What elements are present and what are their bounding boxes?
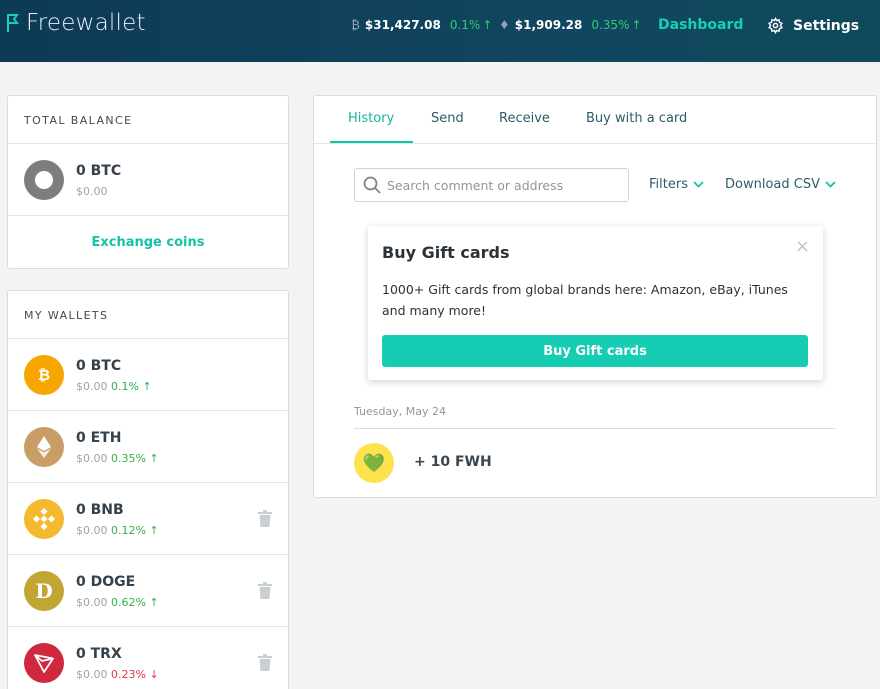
wallet-change: 0.62% — [111, 596, 146, 609]
total-balance-fiat: $0.00 — [76, 185, 108, 198]
settings-label: Settings — [793, 17, 860, 34]
svg-text:₿: ₿ — [38, 366, 50, 384]
wallet-fiat-change: $0.00 0.62% ↑ — [76, 596, 159, 609]
date-divider — [354, 428, 836, 429]
wallet-row-bnb[interactable]: 0 BNB $0.00 0.12% ↑ — [8, 483, 288, 555]
bitcoin-icon: ₿ — [24, 355, 64, 395]
btc-price: $31,427.08 — [364, 18, 441, 32]
wallet-fiat: $0.00 — [76, 596, 108, 609]
wallet-fiat-change: $0.00 0.35% ↑ — [76, 452, 159, 465]
top-header: Freewallet ₿ $31,427.08 0.1% ↑ ♦ $1,909.… — [0, 0, 880, 62]
wallet-fiat: $0.00 — [76, 380, 108, 393]
promo-title: Buy Gift cards — [382, 243, 510, 262]
total-balance-row: 0 BTC $0.00 — [8, 144, 288, 216]
eth-ticker: ♦ $1,909.28 0.35% ↑ — [499, 18, 642, 32]
eth-change: 0.35% — [591, 18, 630, 32]
wallet-change: 0.35% — [111, 452, 146, 465]
active-tab-indicator — [330, 141, 413, 143]
logo-text: Freewallet — [26, 10, 146, 36]
tab-bar: History Send Receive Buy with a card — [314, 96, 876, 144]
total-balance-amount: 0 BTC — [76, 163, 122, 179]
wallet-amount: 0 BTC — [76, 358, 122, 374]
search-icon — [363, 176, 381, 194]
btc-change: 0.1% — [449, 18, 481, 32]
tab-buy-with-card[interactable]: Buy with a card — [586, 111, 687, 126]
wallet-fiat: $0.00 — [76, 668, 108, 681]
wallet-change: 0.12% — [111, 524, 146, 537]
up-arrow-icon: ↑ — [149, 524, 159, 537]
wallet-row-trx[interactable]: 0 TRX $0.00 0.23% ↓ — [8, 627, 288, 689]
trash-icon[interactable] — [258, 654, 272, 675]
history-date: Tuesday, May 24 — [354, 405, 446, 418]
transaction-amount[interactable]: + 10 FWH — [414, 454, 492, 470]
total-balance-title: TOTAL BALANCE — [8, 96, 288, 144]
exchange-coins-link[interactable]: Exchange coins — [8, 216, 288, 268]
close-icon[interactable]: × — [795, 236, 810, 257]
trash-icon[interactable] — [258, 510, 272, 531]
gift-cards-promo: Buy Gift cards × 1000+ Gift cards from g… — [368, 226, 823, 380]
wallet-fiat-change: $0.00 0.23% ↓ — [76, 668, 159, 681]
wallet-change: 0.1% — [111, 380, 139, 393]
dogecoin-icon: D — [24, 571, 64, 611]
my-wallets-title: MY WALLETS — [8, 291, 288, 339]
chevron-down-icon — [693, 181, 704, 188]
filters-label: Filters — [649, 177, 688, 192]
up-arrow-icon: ↑ — [149, 596, 159, 609]
download-csv-label: Download CSV — [725, 177, 820, 192]
up-arrow-icon: ↑ — [149, 452, 159, 465]
bitcoin-icon: ₿ — [351, 18, 360, 32]
nav-settings[interactable]: Settings — [767, 17, 859, 34]
filters-dropdown[interactable]: Filters — [649, 177, 704, 192]
wallet-row-btc[interactable]: ₿ 0 BTC $0.00 0.1% ↑ — [8, 339, 288, 411]
my-wallets-card: MY WALLETS ₿ 0 BTC $0.00 0.1% ↑ 0 ETH $0… — [7, 290, 289, 689]
trash-icon[interactable] — [258, 582, 272, 603]
flag-logo-icon — [6, 12, 22, 34]
tron-icon — [24, 643, 64, 683]
total-balance-card: TOTAL BALANCE 0 BTC $0.00 Exchange coins — [7, 95, 289, 269]
search-input[interactable] — [387, 177, 617, 193]
wallet-row-doge[interactable]: D 0 DOGE $0.00 0.62% ↑ — [8, 555, 288, 627]
svg-text:D: D — [35, 580, 52, 602]
balance-ring-icon — [24, 160, 64, 200]
gear-icon — [768, 17, 783, 34]
green-heart-icon: 💚 — [354, 443, 394, 483]
eth-price: $1,909.28 — [514, 18, 583, 32]
promo-text: 1000+ Gift cards from global brands here… — [382, 282, 788, 318]
wallet-fiat-change: $0.00 0.1% ↑ — [76, 380, 152, 393]
wallet-change: 0.23% — [111, 668, 146, 681]
wallet-amount: 0 ETH — [76, 430, 122, 446]
tab-history[interactable]: History — [348, 111, 394, 126]
wallet-fiat: $0.00 — [76, 524, 108, 537]
buy-gift-cards-button[interactable]: Buy Gift cards — [382, 335, 808, 367]
ethereum-icon: ♦ — [499, 18, 510, 32]
nav-dashboard[interactable]: Dashboard — [658, 17, 743, 33]
up-arrow-icon: ↑ — [142, 380, 152, 393]
chevron-down-icon — [825, 181, 836, 188]
wallet-amount: 0 DOGE — [76, 574, 136, 590]
tab-receive[interactable]: Receive — [499, 111, 550, 126]
ethereum-icon — [24, 427, 64, 467]
wallet-amount: 0 TRX — [76, 646, 122, 662]
down-arrow-icon: ↓ — [149, 668, 159, 681]
search-box[interactable] — [354, 168, 629, 202]
download-csv-dropdown[interactable]: Download CSV — [725, 177, 836, 192]
btc-ticker: ₿ $31,427.08 0.1% ↑ — [351, 18, 492, 32]
logo[interactable]: Freewallet — [6, 10, 146, 36]
history-panel: History Send Receive Buy with a card Fil… — [313, 95, 877, 498]
wallet-row-eth[interactable]: 0 ETH $0.00 0.35% ↑ — [8, 411, 288, 483]
wallet-fiat-change: $0.00 0.12% ↑ — [76, 524, 159, 537]
up-arrow-icon: ↑ — [631, 18, 642, 32]
tab-send[interactable]: Send — [431, 111, 464, 126]
wallet-amount: 0 BNB — [76, 502, 124, 518]
wallet-fiat: $0.00 — [76, 452, 108, 465]
up-arrow-icon: ↑ — [482, 18, 493, 32]
binance-icon — [24, 499, 64, 539]
